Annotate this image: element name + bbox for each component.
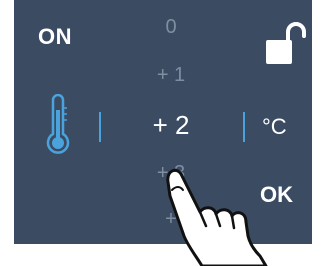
screen: ON 0 + 1 + 2 + 3 + °C OK — [0, 0, 323, 266]
unit-label: °C — [262, 114, 287, 139]
power-on-button[interactable]: ON — [38, 24, 72, 50]
right-divider — [243, 112, 245, 142]
unlocked-padlock-icon[interactable] — [262, 20, 310, 68]
thermometer-icon — [46, 94, 70, 154]
left-divider — [99, 112, 101, 142]
pointing-hand-icon — [166, 168, 268, 266]
value-option-0[interactable]: 0 — [136, 16, 206, 39]
value-option-1[interactable]: + 1 — [136, 64, 206, 87]
selected-value[interactable]: + 2 — [136, 110, 206, 141]
